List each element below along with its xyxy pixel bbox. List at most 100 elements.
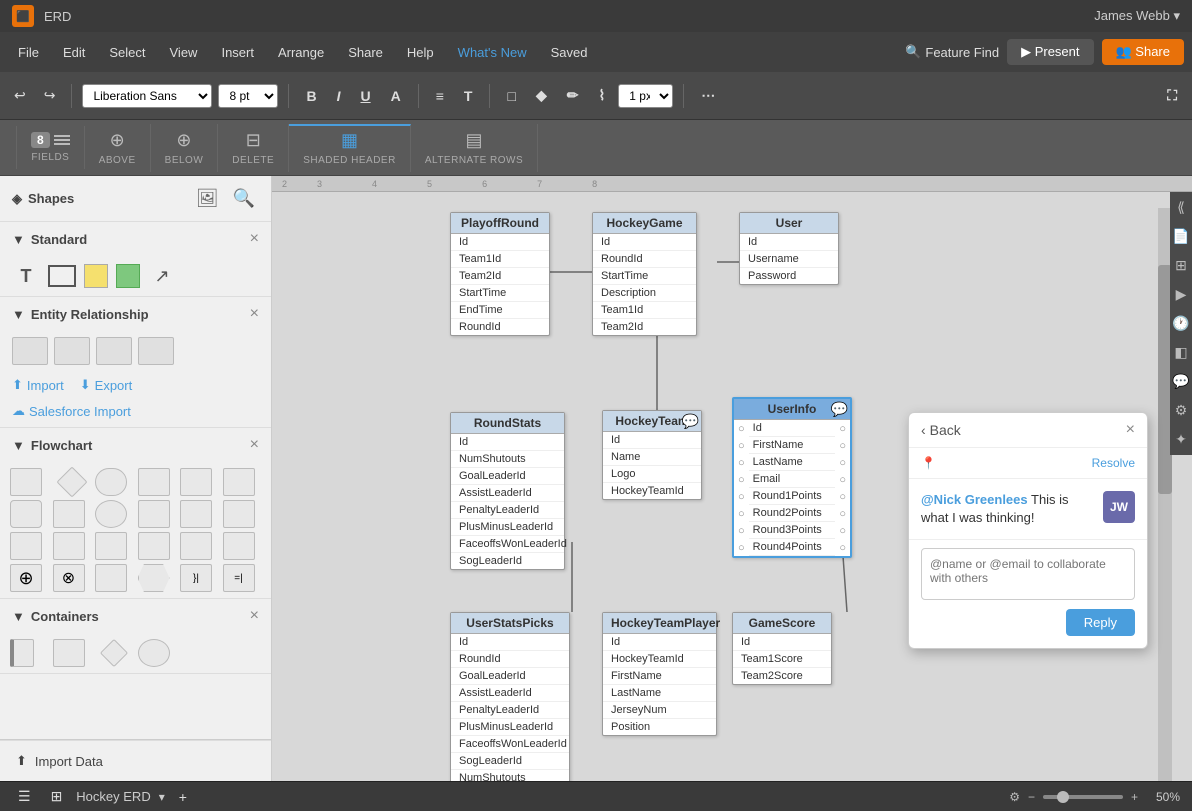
arrow-shape[interactable]: ↗ xyxy=(148,262,176,290)
present-button[interactable]: ▶ Present xyxy=(1007,39,1093,65)
font-size-select[interactable]: 8 pt xyxy=(218,84,278,108)
shapes-image-btn[interactable]: 🖼 xyxy=(192,184,223,213)
table-GameScore[interactable]: GameScore Id Team1Score Team2Score xyxy=(732,612,832,685)
line-color-button[interactable]: ✏ xyxy=(560,83,586,108)
fc-shape-3[interactable] xyxy=(95,468,127,496)
fc-shape-7[interactable] xyxy=(10,500,42,528)
fc-shape-19[interactable]: ⊕ xyxy=(10,564,42,592)
below-tool[interactable]: ⊕ BELOW xyxy=(151,124,219,172)
fc-shape-16[interactable] xyxy=(138,532,170,560)
shaded-header-tool[interactable]: ▦ SHADED HEADER xyxy=(289,124,411,172)
comment-back-button[interactable]: ‹ Back xyxy=(921,422,961,438)
import-data-button[interactable]: ⬆ Import Data xyxy=(0,740,271,781)
fullscreen-button[interactable]: ⛶ xyxy=(1160,83,1184,108)
fc-shape-10[interactable] xyxy=(138,500,170,528)
note-shape[interactable] xyxy=(84,264,108,288)
share-button[interactable]: 👥 Share xyxy=(1102,39,1185,65)
zoom-slider[interactable] xyxy=(1043,795,1123,799)
delete-tool[interactable]: ⊟ DELETE xyxy=(218,124,289,172)
menu-view[interactable]: View xyxy=(160,41,208,64)
fc-shape-4[interactable] xyxy=(138,468,170,496)
fc-shape-11[interactable] xyxy=(180,500,212,528)
reply-button[interactable]: Reply xyxy=(1066,609,1135,636)
table-PlayoffRound[interactable]: PlayoffRound Id Team1Id Team2Id StartTim… xyxy=(450,212,550,336)
user-name[interactable]: James Webb ▾ xyxy=(1094,8,1180,24)
collapse-icon[interactable]: ⟪ xyxy=(1174,196,1188,219)
layers-icon[interactable]: ◧ xyxy=(1171,341,1190,364)
table-icon[interactable]: ⊞ xyxy=(1172,254,1190,277)
line-width-select[interactable]: 1 px xyxy=(618,84,673,108)
font-family-select[interactable]: Liberation Sans xyxy=(82,84,212,108)
container-3[interactable] xyxy=(100,639,128,667)
fc-shape-8[interactable] xyxy=(53,500,85,528)
resolve-button[interactable]: Resolve xyxy=(1092,456,1135,470)
menu-insert[interactable]: Insert xyxy=(211,41,264,64)
fc-shape-23[interactable]: }| xyxy=(180,564,212,592)
containers-header[interactable]: ▼ Containers × xyxy=(0,599,271,633)
fc-shape-24[interactable]: =| xyxy=(223,564,255,592)
comment-close-button[interactable]: × xyxy=(1126,421,1135,439)
conn-style-button[interactable]: ⌇ xyxy=(591,83,612,108)
table-User[interactable]: User Id Username Password xyxy=(739,212,839,285)
container-1[interactable] xyxy=(10,639,34,667)
font-color-button[interactable]: A xyxy=(384,84,408,108)
table-HockeyTeam[interactable]: HockeyTeam 💬 Id Name Logo HockeyTeamId xyxy=(602,410,702,500)
standard-close[interactable]: × xyxy=(250,230,259,248)
standard-header[interactable]: ▼ Standard × xyxy=(0,222,271,256)
er-shape-4[interactable] xyxy=(138,337,174,365)
add-page-btn[interactable]: + xyxy=(173,785,193,809)
fc-shape-18[interactable] xyxy=(223,532,255,560)
fc-shape-1[interactable] xyxy=(10,468,42,496)
canvas-area[interactable]: 2 3 4 5 6 7 8 xyxy=(272,176,1192,781)
fc-shape-9[interactable] xyxy=(95,500,127,528)
containers-close[interactable]: × xyxy=(250,607,259,625)
fc-shape-17[interactable] xyxy=(180,532,212,560)
rect-shape[interactable] xyxy=(48,265,76,287)
container-4[interactable] xyxy=(138,639,170,667)
page-icon[interactable]: 📄 xyxy=(1169,225,1192,248)
underline-button[interactable]: U xyxy=(353,84,377,108)
er-shape-1[interactable] xyxy=(12,337,48,365)
er-header[interactable]: ▼ Entity Relationship × xyxy=(0,297,271,331)
fc-shape-20[interactable]: ⊗ xyxy=(53,564,85,592)
film-icon[interactable]: ▶ xyxy=(1173,283,1190,306)
border-button[interactable]: □ xyxy=(500,84,522,108)
table-HockeyGame[interactable]: HockeyGame Id RoundId StartTime Descript… xyxy=(592,212,697,336)
text-style-button[interactable]: T xyxy=(457,84,480,108)
table-UserInfo[interactable]: UserInfo 💬 ○ Id ○ ○ FirstName ○ ○ LastNa… xyxy=(732,397,852,558)
salesforce-btn[interactable]: ☁ Salesforce Import xyxy=(12,403,131,419)
colored-rect[interactable] xyxy=(116,264,140,288)
bold-button[interactable]: B xyxy=(299,84,323,108)
table-HockeyTeamPlayer[interactable]: HockeyTeamPlayer Id HockeyTeamId FirstNa… xyxy=(602,612,717,736)
settings-icon-bottom[interactable]: ⚙ xyxy=(1009,790,1020,804)
wand-icon[interactable]: ✦ xyxy=(1172,428,1190,451)
more-button[interactable]: ⋯ xyxy=(694,83,722,108)
fields-tool[interactable]: 8 FIELDS xyxy=(16,126,85,169)
shapes-search-btn[interactable]: 🔍 xyxy=(229,184,259,213)
text-shape[interactable]: T xyxy=(12,262,40,290)
menu-select[interactable]: Select xyxy=(99,41,155,64)
redo-button[interactable]: ↪ xyxy=(38,83,62,108)
container-2[interactable] xyxy=(53,639,85,667)
fc-shape-22[interactable] xyxy=(138,564,170,592)
zoom-plus-btn[interactable]: + xyxy=(1131,790,1138,804)
menu-share[interactable]: Share xyxy=(338,41,393,64)
export-btn[interactable]: ⬇ Export xyxy=(80,377,132,393)
chat-icon[interactable]: 💬 xyxy=(1169,370,1192,393)
list-view-btn[interactable]: ☰ xyxy=(12,784,37,809)
canvas[interactable]: PlayoffRound Id Team1Id Team2Id StartTim… xyxy=(272,192,1172,781)
flowchart-close[interactable]: × xyxy=(250,436,259,454)
table-RoundStats[interactable]: RoundStats Id NumShutouts GoalLeaderId A… xyxy=(450,412,565,570)
undo-button[interactable]: ↩ xyxy=(8,83,32,108)
clock-icon[interactable]: 🕐 xyxy=(1169,312,1192,335)
grid-view-btn[interactable]: ⊞ xyxy=(45,784,69,809)
align-button[interactable]: ≡ xyxy=(429,84,451,108)
fc-shape-2[interactable] xyxy=(56,466,87,497)
table-UserStatsPicks[interactable]: UserStatsPicks Id RoundId GoalLeaderId A… xyxy=(450,612,570,781)
fc-shape-14[interactable] xyxy=(53,532,85,560)
italic-button[interactable]: I xyxy=(330,84,348,108)
fc-shape-15[interactable] xyxy=(95,532,127,560)
er-shape-2[interactable] xyxy=(54,337,90,365)
menu-edit[interactable]: Edit xyxy=(53,41,95,64)
zoom-minus-btn[interactable]: − xyxy=(1028,790,1035,804)
